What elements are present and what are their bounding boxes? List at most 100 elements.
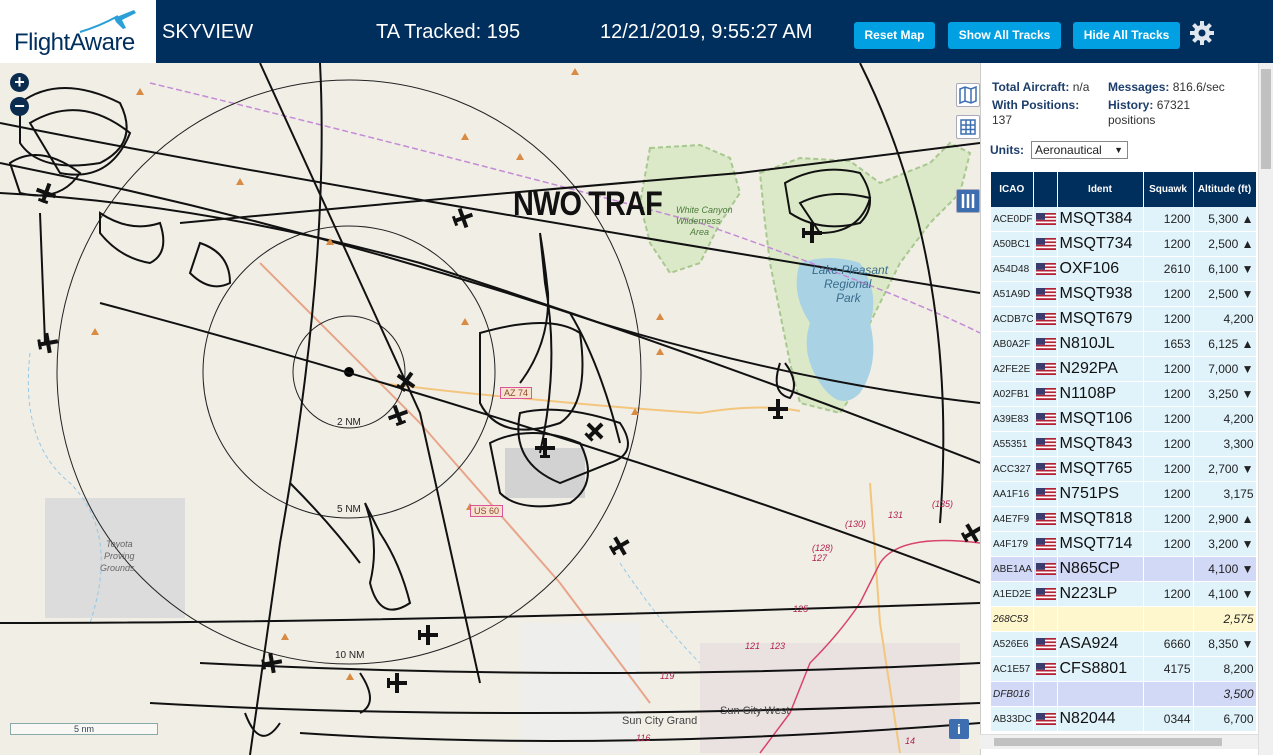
aircraft-row[interactable]: A50BC1 MSQT734 1200 2,500 ▲: [991, 231, 1257, 257]
us-flag-icon: [1035, 712, 1056, 725]
ident-cell: MSQT679: [1057, 306, 1144, 332]
icao-cell: AA1F16: [991, 481, 1034, 507]
aircraft-row[interactable]: AB33DC N82044 0344 6,700: [991, 706, 1257, 732]
units-select[interactable]: Aeronautical ▼: [1031, 141, 1128, 159]
flightaware-logo[interactable]: FlightAware: [0, 0, 156, 63]
flag-cell: [1033, 256, 1058, 282]
gear-icon[interactable]: [1189, 20, 1215, 46]
aircraft-row[interactable]: AB0A2F N810JL 1653 6,125 ▲: [991, 331, 1257, 357]
altitude-cell: 8,200: [1193, 656, 1257, 682]
route-label: 119: [660, 671, 675, 681]
aircraft-row[interactable]: AC1E57 CFS8801 4175 8,200: [991, 656, 1257, 682]
total-aircraft-label: Total Aircraft:: [992, 80, 1070, 94]
route-label: 125: [793, 604, 809, 614]
ident-cell: N865CP: [1057, 556, 1144, 582]
squawk-cell: 1200: [1143, 381, 1194, 407]
icao-cell: ACDB7C: [991, 306, 1034, 332]
show-all-tracks-button[interactable]: Show All Tracks: [948, 22, 1061, 49]
flag-cell: [1033, 681, 1058, 707]
squawk-cell: 1200: [1143, 306, 1194, 332]
squawk-cell: 4175: [1143, 656, 1194, 682]
aircraft-row[interactable]: A1ED2E N223LP 1200 4,100 ▼: [991, 581, 1257, 607]
positions-label: With Positions:: [992, 98, 1080, 112]
aircraft-row[interactable]: AA1F16 N751PS 1200 3,175: [991, 481, 1257, 507]
flag-cell: [1033, 606, 1058, 632]
col-header-ident[interactable]: Ident: [1057, 172, 1144, 207]
place-label: Sun City West: [720, 705, 790, 717]
altitude-cell: 8,350 ▼: [1193, 631, 1257, 657]
aircraft-row[interactable]: A526E6 ASA924 6660 8,350 ▼: [991, 631, 1257, 657]
ident-cell: MSQT384: [1057, 207, 1144, 232]
ident-cell: N292PA: [1057, 356, 1144, 382]
col-header-altitude[interactable]: Altitude (ft): [1193, 172, 1257, 207]
altitude-cell: 3,250 ▼: [1193, 381, 1257, 407]
aircraft-row[interactable]: A4F179 MSQT714 1200 3,200 ▼: [991, 531, 1257, 557]
sidebar-toggle-button[interactable]: [956, 189, 980, 213]
map-canvas[interactable]: [0, 63, 980, 755]
aircraft-row[interactable]: A55351 MSQT843 1200 3,300: [991, 431, 1257, 457]
map-view[interactable]: NWO TRAF 2 NM 5 NM 10 NM Lake Pleasant R…: [0, 63, 980, 755]
aircraft-row[interactable]: 268C53 2,575: [991, 606, 1257, 632]
flag-cell: [1033, 281, 1058, 307]
col-header-icao[interactable]: ICAO: [991, 172, 1034, 207]
aircraft-row[interactable]: ACC327 MSQT765 1200 2,700 ▼: [991, 456, 1257, 482]
squawk-cell: 1200: [1143, 356, 1194, 382]
route-label: 121: [745, 641, 761, 651]
col-header-squawk[interactable]: Squawk: [1143, 172, 1194, 207]
altitude-cell: 2,500 ▼: [1193, 281, 1257, 307]
aircraft-row[interactable]: A02FB1 N1108P 1200 3,250 ▼: [991, 381, 1257, 407]
aircraft-row[interactable]: DFB016 3,500: [991, 681, 1257, 707]
aircraft-row[interactable]: A54D48 OXF106 2610 6,100 ▼: [991, 256, 1257, 282]
us-flag-icon: [1035, 212, 1056, 225]
reset-map-button[interactable]: Reset Map: [854, 22, 935, 49]
place-label: Grounds: [100, 563, 135, 573]
aircraft-row[interactable]: ACDB7C MSQT679 1200 4,200: [991, 306, 1257, 332]
altitude-cell: 4,100 ▼: [1193, 581, 1257, 607]
ident-cell: N223LP: [1057, 581, 1144, 607]
altitude-cell: 4,200: [1193, 306, 1257, 332]
map-layer-button[interactable]: [956, 83, 980, 107]
icao-cell: A50BC1: [991, 231, 1034, 257]
aircraft-row[interactable]: ABE1AA N865CP 4,100 ▼: [991, 556, 1257, 582]
icao-cell: A02FB1: [991, 381, 1034, 407]
sidebar-horizontal-scrollbar[interactable]: [980, 734, 1258, 749]
scrollbar-thumb[interactable]: [1261, 69, 1271, 169]
us-flag-icon: [1035, 487, 1056, 500]
route-label: 131: [888, 510, 904, 520]
altitude-cell: 3,300: [1193, 431, 1257, 457]
scrollbar-thumb[interactable]: [994, 738, 1222, 746]
grid-toggle-button[interactable]: [956, 115, 980, 139]
road-shield: AZ 74: [500, 387, 533, 399]
aircraft-row[interactable]: A2FE2E N292PA 1200 7,000 ▼: [991, 356, 1257, 382]
ident-cell: MSQT843: [1057, 431, 1144, 457]
app-title: SKYVIEW: [162, 21, 254, 43]
icao-cell: DFB016: [991, 681, 1034, 707]
messages-stat: Messages: 816.6/sec: [1108, 80, 1225, 95]
map-icon: [959, 85, 977, 105]
us-flag-icon: [1035, 537, 1056, 550]
ident-cell: CFS8801: [1057, 656, 1144, 682]
zoom-in-button[interactable]: +: [10, 73, 29, 92]
aircraft-row[interactable]: A51A9D MSQT938 1200 2,500 ▼: [991, 281, 1257, 307]
flag-cell: [1033, 231, 1058, 257]
squawk-cell: 1653: [1143, 331, 1194, 357]
squawk-cell: 2610: [1143, 256, 1194, 282]
squawk-cell: 1200: [1143, 207, 1194, 232]
icao-cell: AB33DC: [991, 706, 1034, 732]
altitude-cell: 2,575: [1193, 606, 1257, 632]
flag-cell: [1033, 381, 1058, 407]
icao-cell: ABE1AA: [991, 556, 1034, 582]
flag-cell: [1033, 406, 1058, 432]
ident-cell: N810JL: [1057, 331, 1144, 357]
hide-all-tracks-button[interactable]: Hide All Tracks: [1073, 22, 1180, 49]
aircraft-row[interactable]: ACE0DF MSQT384 1200 5,300 ▲: [991, 207, 1257, 232]
place-label: Sun City Grand: [622, 715, 698, 727]
us-flag-icon: [1035, 662, 1056, 675]
altitude-cell: 4,200: [1193, 406, 1257, 432]
info-button[interactable]: i: [949, 719, 969, 739]
aircraft-row[interactable]: A39E83 MSQT106 1200 4,200: [991, 406, 1257, 432]
icao-cell: A51A9D: [991, 281, 1034, 307]
zoom-out-button[interactable]: −: [10, 97, 29, 116]
sidebar-vertical-scrollbar[interactable]: [1258, 63, 1273, 755]
aircraft-row[interactable]: A4E7F9 MSQT818 1200 2,900 ▲: [991, 506, 1257, 532]
